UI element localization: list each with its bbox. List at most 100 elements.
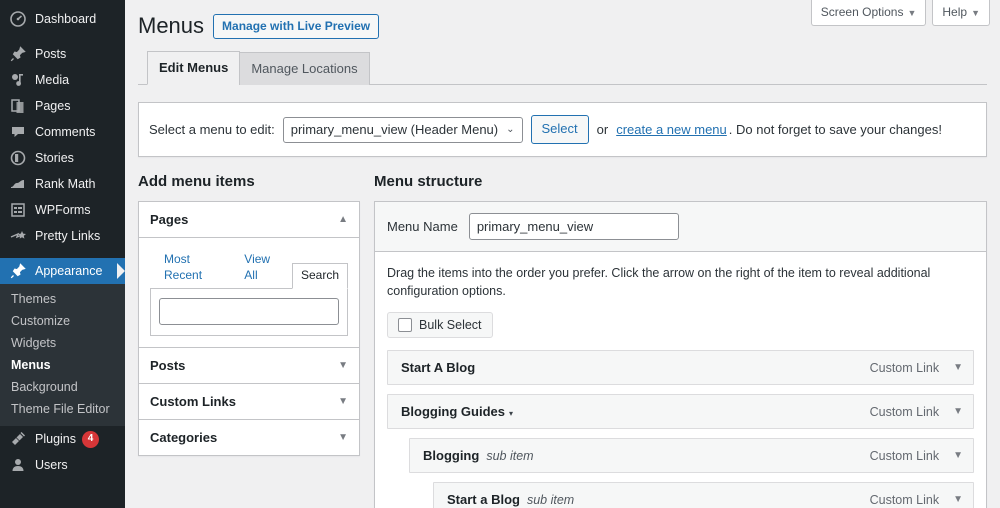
add-menu-items-column: Add menu items Pages ▲ Most Recent View … — [138, 171, 360, 508]
chevron-down-icon[interactable]: ▼ — [953, 450, 963, 461]
sidebar-item-rank-math[interactable]: Rank Math — [0, 171, 125, 197]
sidebar-item-label: Dashboard — [35, 12, 97, 26]
menu-items-list: Start A Blog Custom Link ▼ Blogging Guid… — [387, 338, 974, 508]
menu-name-input[interactable] — [468, 212, 679, 240]
pages-tab-most-recent[interactable]: Most Recent — [155, 247, 235, 290]
submenu-item-menus[interactable]: Menus — [0, 354, 125, 376]
submenu-item-themes[interactable]: Themes — [0, 288, 125, 310]
sidebar-divider — [0, 249, 125, 258]
menu-item-title: Blogging Guides ▾ — [401, 404, 513, 419]
wordpress-admin-menus-screen: Dashboard Posts Media Pages Comments Sto… — [0, 0, 1000, 508]
menu-item-sub-tag: sub item — [526, 493, 575, 508]
comments-icon — [8, 122, 28, 142]
sidebar-item-label: Plugins — [35, 432, 76, 446]
sidebar-item-label: Comments — [35, 125, 96, 139]
submenu-item-theme-file-editor[interactable]: Theme File Editor — [0, 398, 125, 420]
menu-item-label: Start A Blog — [401, 360, 476, 376]
sidebar-item-label: Stories — [35, 151, 74, 165]
users-icon — [8, 455, 28, 475]
pages-tab-view-all[interactable]: View All — [235, 247, 292, 290]
pages-tab-search[interactable]: Search — [291, 263, 348, 290]
screen-options-label: Screen Options — [820, 5, 904, 19]
menu-select-dropdown[interactable]: primary_menu_view (Header Menu) ⌄ — [282, 116, 523, 143]
sidebar-item-label: Users — [35, 458, 68, 472]
menu-item-row[interactable]: Start a Blog sub item Custom Link ▼ — [433, 482, 974, 508]
chevron-down-icon: ▼ — [971, 8, 980, 18]
or-text: or — [596, 122, 609, 138]
menu-structure-panel: Menu Name Drag the items into the order … — [374, 200, 987, 508]
sidebar-item-stories[interactable]: Stories — [0, 145, 125, 171]
pretty-links-icon — [8, 226, 28, 246]
menu-item-row[interactable]: Blogging Guides ▾ Custom Link ▼ — [387, 394, 974, 430]
menu-item-type: Custom Link — [869, 360, 940, 375]
admin-content: Screen Options ▼ Help ▼ Menus Manage with … — [125, 0, 1000, 508]
sidebar-item-media[interactable]: Media — [0, 67, 125, 93]
menu-item-title: Start a Blog sub item — [447, 492, 574, 507]
bulk-select-label: Bulk Select — [419, 318, 482, 333]
sidebar-item-wpforms[interactable]: WPForms — [0, 197, 125, 223]
menu-structure-heading: Menu structure — [374, 172, 483, 190]
sidebar-item-appearance[interactable]: Appearance — [0, 258, 125, 284]
chevron-down-icon: ⌄ — [506, 124, 515, 136]
tab-edit-menus[interactable]: Edit Menus — [147, 50, 241, 86]
sidebar-item-pages[interactable]: Pages — [0, 93, 125, 119]
menus-columns: Add menu items Pages ▲ Most Recent View … — [138, 171, 987, 508]
pages-tabs: Most Recent View All Search — [150, 247, 348, 290]
accordion-label: Posts — [150, 358, 186, 374]
menu-item-sub-tag: sub item — [486, 449, 534, 464]
menu-item-row[interactable]: Blogging sub item Custom Link ▼ — [409, 438, 974, 474]
submenu-item-background[interactable]: Background — [0, 376, 125, 398]
help-button[interactable]: Help ▼ — [932, 0, 990, 27]
drag-hint-text: Drag the items into the order you prefer… — [387, 265, 931, 299]
add-menu-items-heading: Add menu items — [138, 172, 255, 190]
menu-name-row: Menu Name — [375, 201, 986, 252]
sidebar-item-label: Posts — [35, 47, 67, 61]
pages-icon — [8, 96, 28, 116]
bulk-select-button[interactable]: Bulk Select — [387, 312, 493, 339]
tab-manage-locations[interactable]: Manage Locations — [239, 51, 370, 86]
menu-structure-column: Menu structure Menu Name Drag the items … — [374, 171, 987, 508]
chevron-down-icon[interactable]: ▼ — [953, 362, 963, 373]
screen-meta-links: Screen Options ▼ Help ▼ — [810, 0, 990, 27]
menu-item-type: Custom Link — [869, 448, 940, 463]
sidebar-item-posts[interactable]: Posts — [0, 41, 125, 67]
sidebar-item-plugins[interactable]: Plugins 4 — [0, 426, 125, 452]
sidebar-item-label: WPForms — [35, 203, 91, 217]
menu-name-label: Menu Name — [387, 218, 458, 234]
menu-item-title: Start A Blog — [401, 360, 475, 375]
menu-item-meta: Custom Link ▼ — [870, 405, 963, 419]
sidebar-item-dashboard[interactable]: Dashboard — [0, 6, 125, 32]
chevron-down-icon: ▼ — [338, 360, 348, 372]
rank-math-icon — [8, 174, 28, 194]
stories-icon — [8, 148, 28, 168]
accordion-header-posts[interactable]: Posts ▼ — [139, 348, 359, 385]
accordion-header-categories[interactable]: Categories ▼ — [139, 420, 359, 456]
accordion-header-pages[interactable]: Pages ▲ — [139, 201, 359, 238]
accordion-header-custom-links[interactable]: Custom Links ▼ — [139, 384, 359, 421]
menu-item-meta: Custom Link ▼ — [870, 361, 963, 375]
sidebar-item-pretty-links[interactable]: Pretty Links — [0, 223, 125, 249]
chevron-down-icon[interactable]: ▼ — [953, 494, 963, 505]
sidebar-item-label: Appearance — [35, 264, 103, 278]
add-menu-items-accordion: Pages ▲ Most Recent View All Search Post… — [138, 200, 360, 457]
screen-options-button[interactable]: Screen Options ▼ — [810, 0, 927, 27]
sidebar-item-users[interactable]: Users — [0, 452, 125, 478]
menu-item-label: Start a Blog — [447, 492, 520, 508]
menu-item-row[interactable]: Start A Blog Custom Link ▼ — [387, 350, 974, 386]
bulk-select-checkbox[interactable] — [398, 318, 412, 333]
sidebar-item-comments[interactable]: Comments — [0, 119, 125, 145]
pages-search-input[interactable] — [159, 298, 339, 326]
sidebar-item-label: Pages — [35, 99, 71, 113]
menu-item-caret-icon: ▾ — [509, 409, 514, 419]
menu-item-type: Custom Link — [869, 404, 940, 419]
submenu-item-customize[interactable]: Customize — [0, 310, 125, 332]
submenu-item-widgets[interactable]: Widgets — [0, 332, 125, 354]
appearance-submenu: Themes Customize Widgets Menus Backgroun… — [0, 284, 125, 426]
help-label: Help — [942, 5, 968, 19]
chevron-down-icon: ▼ — [338, 396, 348, 408]
chevron-down-icon[interactable]: ▼ — [953, 406, 963, 417]
manage-with-live-preview-button[interactable]: Manage with Live Preview — [213, 13, 380, 39]
create-new-menu-link[interactable]: create a new menu — [616, 122, 727, 137]
page-tabs: Edit Menus Manage Locations — [138, 50, 987, 86]
select-button[interactable]: Select — [530, 115, 589, 144]
